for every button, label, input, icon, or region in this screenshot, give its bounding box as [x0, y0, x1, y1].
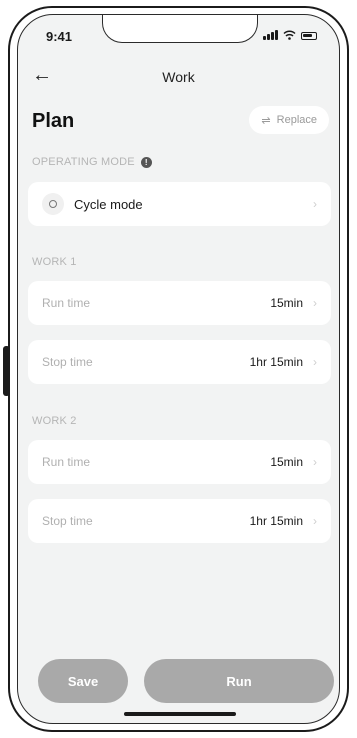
- row-value: 1hr 15min: [249, 514, 303, 528]
- chevron-right-icon: ›: [313, 355, 317, 369]
- operating-mode-label: OPERATING MODE !: [32, 156, 152, 168]
- plan-title: Plan: [32, 110, 75, 132]
- phone-notch: [102, 15, 258, 43]
- cycle-mode-icon: [42, 193, 64, 215]
- operating-mode-selector[interactable]: Cycle mode ›: [28, 182, 331, 226]
- work1-stop-time-row[interactable]: Stop time 1hr 15min ›: [28, 340, 331, 384]
- nav-bar: ← Work: [18, 61, 339, 91]
- replace-label: Replace: [276, 114, 317, 126]
- info-icon[interactable]: !: [140, 156, 152, 168]
- save-button[interactable]: Save: [38, 659, 128, 703]
- status-icons: [263, 30, 317, 40]
- work2-run-time-row[interactable]: Run time 15min ›: [28, 440, 331, 484]
- signal-icon: [263, 30, 278, 40]
- chevron-right-icon: ›: [313, 296, 317, 310]
- wifi-icon: [283, 30, 296, 40]
- chevron-right-icon: ›: [313, 514, 317, 528]
- nav-title: Work: [162, 69, 195, 85]
- phone-side-button: [3, 346, 10, 396]
- work2-stop-time-row[interactable]: Stop time 1hr 15min ›: [28, 499, 331, 543]
- row-value: 15min: [270, 455, 303, 469]
- swap-arrows-icon: ⇌: [261, 114, 271, 127]
- operating-mode-value: Cycle mode: [74, 196, 143, 212]
- app-screen: 9:41 ← Work Plan ⇌ Replace OPERATING MOD…: [17, 14, 340, 724]
- chevron-right-icon: ›: [313, 197, 317, 211]
- row-label: Run time: [42, 455, 91, 469]
- work-group-label: WORK 2: [32, 415, 77, 427]
- work-group-label: WORK 1: [32, 256, 77, 268]
- run-button[interactable]: Run: [144, 659, 334, 703]
- replace-button[interactable]: ⇌ Replace: [249, 106, 329, 134]
- home-indicator: [124, 712, 236, 716]
- row-label: Stop time: [42, 355, 93, 369]
- row-value: 15min: [270, 296, 303, 310]
- row-value: 1hr 15min: [249, 355, 303, 369]
- chevron-right-icon: ›: [313, 455, 317, 469]
- status-time: 9:41: [46, 29, 73, 44]
- row-label: Run time: [42, 296, 91, 310]
- row-label: Stop time: [42, 514, 93, 528]
- work1-run-time-row[interactable]: Run time 15min ›: [28, 281, 331, 325]
- battery-icon: [301, 32, 317, 40]
